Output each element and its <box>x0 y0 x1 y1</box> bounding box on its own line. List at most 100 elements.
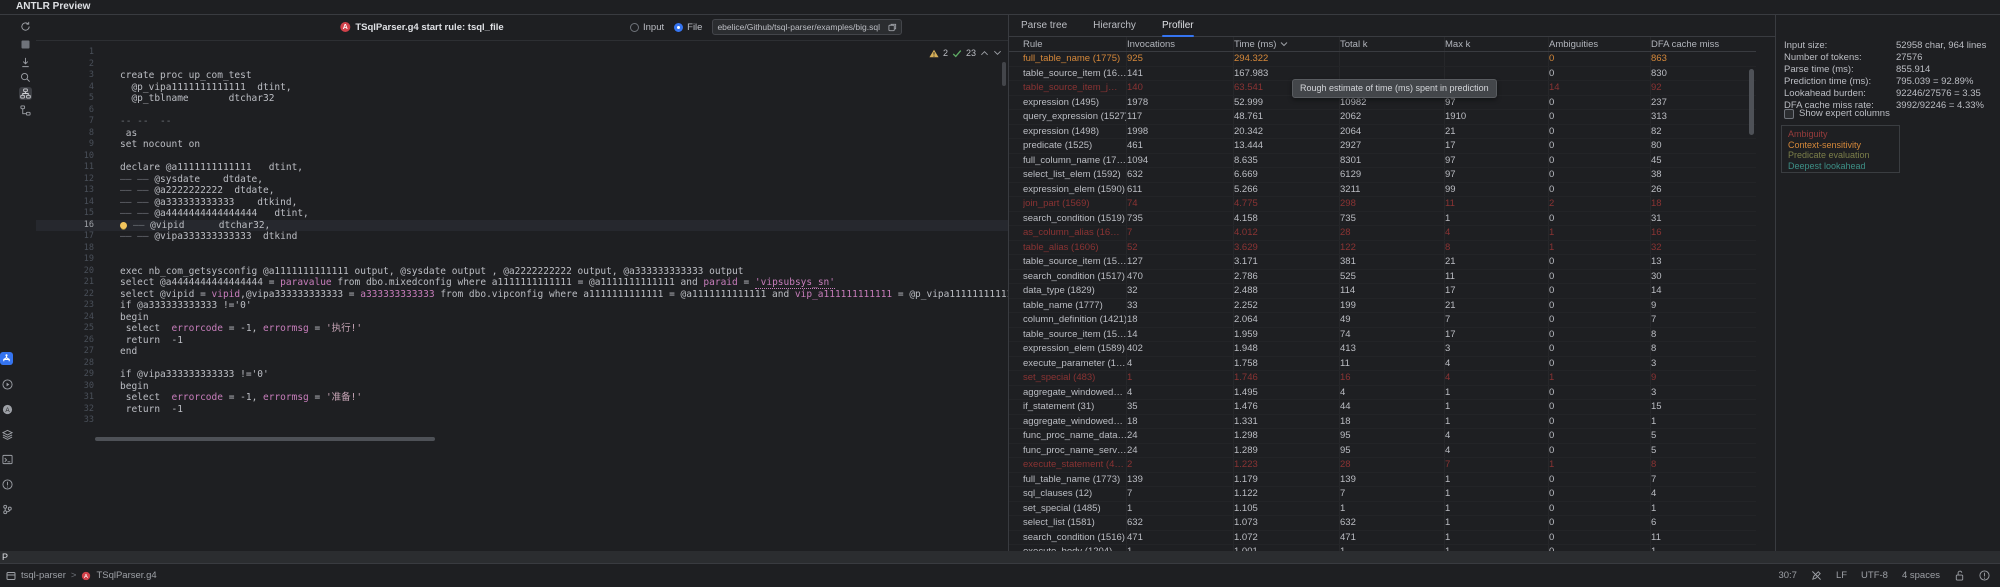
profiler-row[interactable]: data_type (1829)322.48811417014 <box>1009 284 1756 299</box>
profiler-row[interactable]: expression (1498)199820.342206421082 <box>1009 125 1756 140</box>
inspections-widget[interactable]: 2 23 <box>929 48 1002 58</box>
profiler-row[interactable]: table_name (1777)332.2521992109 <box>1009 299 1756 314</box>
tab-profiler[interactable]: Profiler <box>1162 14 1194 37</box>
profiler-row[interactable]: full_table_name (1773)1391.179139107 <box>1009 473 1756 488</box>
table-scrollbar[interactable] <box>1749 69 1754 135</box>
search-icon[interactable] <box>19 71 32 84</box>
scroll-to-end-icon[interactable] <box>19 56 32 69</box>
profiler-row[interactable]: aggregate_windowed…181.33118101 <box>1009 415 1756 430</box>
profiler-row[interactable]: expression_elem (1589)4021.948413308 <box>1009 342 1756 357</box>
profiler-row[interactable]: set_special (483)11.74616419 <box>1009 371 1756 386</box>
profiler-row[interactable]: table_source_item (15…141.959741708 <box>1009 328 1756 343</box>
run-stripe-button[interactable] <box>1 378 13 390</box>
profiler-mode-icon[interactable] <box>19 87 32 100</box>
profiler-cell: 18 <box>1651 197 1756 211</box>
profiler-row[interactable]: join_part (1569)744.77529811218 <box>1009 197 1756 212</box>
encoding-indicator[interactable]: UTF-8 <box>1861 570 1888 581</box>
code-text: as <box>120 128 137 140</box>
hierarchy-view-icon[interactable] <box>19 104 32 117</box>
editor-line: 27end <box>36 346 1008 358</box>
antlr-stripe-button[interactable]: A <box>1 403 13 415</box>
services-stripe-button[interactable] <box>1 428 13 440</box>
line-number: 7 <box>36 116 94 128</box>
profiler-row[interactable]: query_expression (1527)11748.76120621910… <box>1009 110 1756 125</box>
profiler-cell: 18 <box>1340 415 1445 429</box>
inspections-status-icon[interactable] <box>1979 570 1990 581</box>
line-col-indicator[interactable]: 30:7 <box>1778 570 1797 581</box>
browse-file-icon[interactable] <box>888 23 897 32</box>
profiler-row[interactable]: aggregate_windowed…41.4954103 <box>1009 386 1756 401</box>
tool-window-title-bar: ANTLR Preview <box>0 0 2000 15</box>
profiler-row[interactable]: func_proc_name_data…241.29895405 <box>1009 429 1756 444</box>
column-header[interactable]: Total k <box>1340 37 1445 51</box>
unlocked-icon[interactable] <box>1954 570 1965 581</box>
profiler-cell: 20.342 <box>1234 125 1340 139</box>
legend-deepest-lookahead: Deepest lookahead <box>1788 161 1866 171</box>
input-radio[interactable]: Input <box>630 22 664 33</box>
breadcrumb-project[interactable]: tsql-parser <box>21 570 66 581</box>
editor-horizontal-scrollbar[interactable] <box>95 437 995 441</box>
profiler-cell: sql_clauses (12) <box>1023 487 1127 501</box>
code-text: if @vipa333333333333 !='0' <box>120 369 269 381</box>
profiler-cell: expression_elem (1589) <box>1023 342 1127 356</box>
profiler-table-header[interactable]: RuleInvocationsTime (ms)Total kMax kAmbi… <box>1009 37 1756 52</box>
check-icon <box>952 49 962 58</box>
profiler-cell: search_condition (1517) <box>1023 270 1127 284</box>
refresh-icon[interactable] <box>19 20 32 33</box>
profiler-row[interactable]: set_special (1485)11.1051101 <box>1009 502 1756 517</box>
version-control-stripe-button[interactable] <box>1 503 13 515</box>
profiler-row[interactable]: column_definition (1421)182.06449707 <box>1009 313 1756 328</box>
input-radio-dot[interactable] <box>630 23 639 32</box>
line-number: 4 <box>36 82 94 94</box>
column-header[interactable]: Invocations <box>1127 37 1234 51</box>
file-radio-dot[interactable] <box>674 23 683 32</box>
profiler-row[interactable]: predicate (1525)46113.444292717080 <box>1009 139 1756 154</box>
stop-icon[interactable] <box>19 38 32 51</box>
code-editor[interactable]: 123create proc up_com_test4 @p_vipa11111… <box>36 40 1008 464</box>
column-header[interactable]: Max k <box>1445 37 1549 51</box>
profiler-row[interactable]: execute_statement (4…21.22328718 <box>1009 458 1756 473</box>
profiler-row[interactable]: table_source_item (15…1273.17138121013 <box>1009 255 1756 270</box>
tab-hierarchy[interactable]: Hierarchy <box>1093 14 1136 37</box>
readonly-pen-icon[interactable] <box>1811 570 1822 581</box>
editor-line: 10 <box>36 151 1008 163</box>
tab-parse-tree[interactable]: Parse tree <box>1021 14 1067 37</box>
file-path-field[interactable]: ebelice/Github/tsql-parser/examples/big.… <box>712 19 902 35</box>
file-radio[interactable]: File <box>674 22 702 33</box>
profiler-row[interactable]: full_table_name (1775)925294.3220863 <box>1009 52 1756 67</box>
column-header[interactable]: Rule <box>1023 37 1127 51</box>
profiler-row[interactable]: as_column_alias (16…74.012284116 <box>1009 226 1756 241</box>
column-header[interactable]: Time (ms) <box>1234 37 1340 51</box>
profiler-cell: 45 <box>1651 154 1756 168</box>
profiler-row[interactable]: search_condition (1517)4702.78652511030 <box>1009 270 1756 285</box>
profiler-row[interactable]: full_column_name (17…10948.635830197045 <box>1009 154 1756 169</box>
checkbox-box[interactable] <box>1784 109 1794 119</box>
breadcrumb-file[interactable]: TSqlParser.g4 <box>96 570 156 581</box>
antlr-preview-stripe-button[interactable] <box>0 352 13 365</box>
bottom-strip-label: P <box>2 552 8 562</box>
profiler-row[interactable]: if_statement (31)351.476441015 <box>1009 400 1756 415</box>
editor-hscroll-thumb[interactable] <box>95 437 435 441</box>
chevron-up-icon[interactable] <box>980 49 989 57</box>
column-header[interactable]: Ambiguities <box>1549 37 1651 51</box>
column-header[interactable]: DFA cache miss <box>1651 37 1756 51</box>
profiler-row[interactable]: select_list_elem (1592)6326.669612997038 <box>1009 168 1756 183</box>
profiler-row[interactable]: expression_elem (1590)6115.266321199026 <box>1009 183 1756 198</box>
expert-columns-checkbox[interactable]: Show expert columns <box>1784 108 1890 119</box>
intention-bulb-icon[interactable] <box>120 222 127 229</box>
profiler-row[interactable]: select_list (1581)6321.073632106 <box>1009 516 1756 531</box>
profiler-row[interactable]: sql_clauses (12)71.1227104 <box>1009 487 1756 502</box>
line-separator-indicator[interactable]: LF <box>1836 570 1847 581</box>
terminal-stripe-button[interactable] <box>1 453 13 465</box>
problems-stripe-button[interactable] <box>1 478 13 490</box>
profiler-row[interactable]: func_proc_name_serv…241.28995405 <box>1009 444 1756 459</box>
profiler-cell: 21 <box>1445 255 1549 269</box>
editor-vertical-scrollbar[interactable] <box>1002 62 1006 86</box>
indent-indicator[interactable]: 4 spaces <box>1902 570 1940 581</box>
chevron-down-icon[interactable] <box>993 49 1002 57</box>
profiler-row[interactable]: search_condition (1516)4711.0724711011 <box>1009 531 1756 546</box>
profiler-row[interactable]: search_condition (1519)7354.1587351031 <box>1009 212 1756 227</box>
profiler-cell: 1978 <box>1127 96 1234 110</box>
profiler-row[interactable]: execute_parameter (1…41.75811403 <box>1009 357 1756 372</box>
profiler-row[interactable]: table_alias (1606)523.6291228132 <box>1009 241 1756 256</box>
